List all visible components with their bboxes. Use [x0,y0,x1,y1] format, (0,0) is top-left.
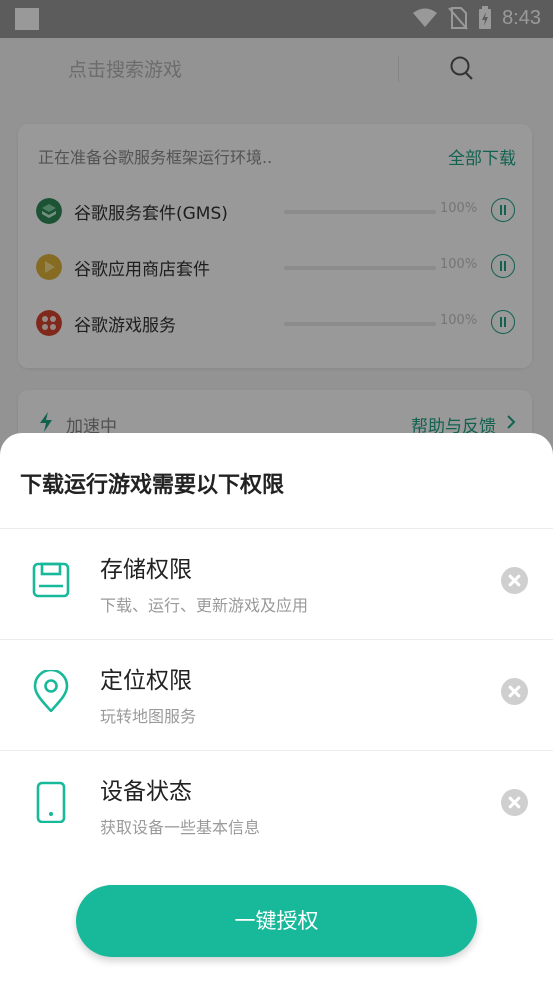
permission-desc: 获取设备一些基本信息 [100,818,261,837]
close-icon[interactable] [501,567,528,594]
permission-sheet: 下载运行游戏需要以下权限 存储权限 下载、运行、更新游戏及应用 定位权限 玩转地… [0,433,553,983]
close-icon[interactable] [501,678,528,705]
grant-all-label: 一键授权 [234,909,319,933]
phone-icon [36,781,66,823]
permission-title: 存储权限 [100,557,192,583]
permission-title: 定位权限 [100,668,192,694]
close-icon[interactable] [501,789,528,816]
permission-desc: 下载、运行、更新游戏及应用 [100,596,309,615]
permission-item-device: 设备状态 获取设备一些基本信息 [0,751,553,861]
permission-item-storage: 存储权限 下载、运行、更新游戏及应用 [0,529,553,639]
storage-icon [32,562,70,598]
permission-desc: 玩转地图服务 [100,707,197,726]
permission-title: 设备状态 [100,779,192,805]
permission-item-location: 定位权限 玩转地图服务 [0,640,553,750]
sheet-title: 下载运行游戏需要以下权限 [20,473,285,498]
location-pin-icon [33,670,69,712]
grant-all-button[interactable]: 一键授权 [76,885,477,957]
